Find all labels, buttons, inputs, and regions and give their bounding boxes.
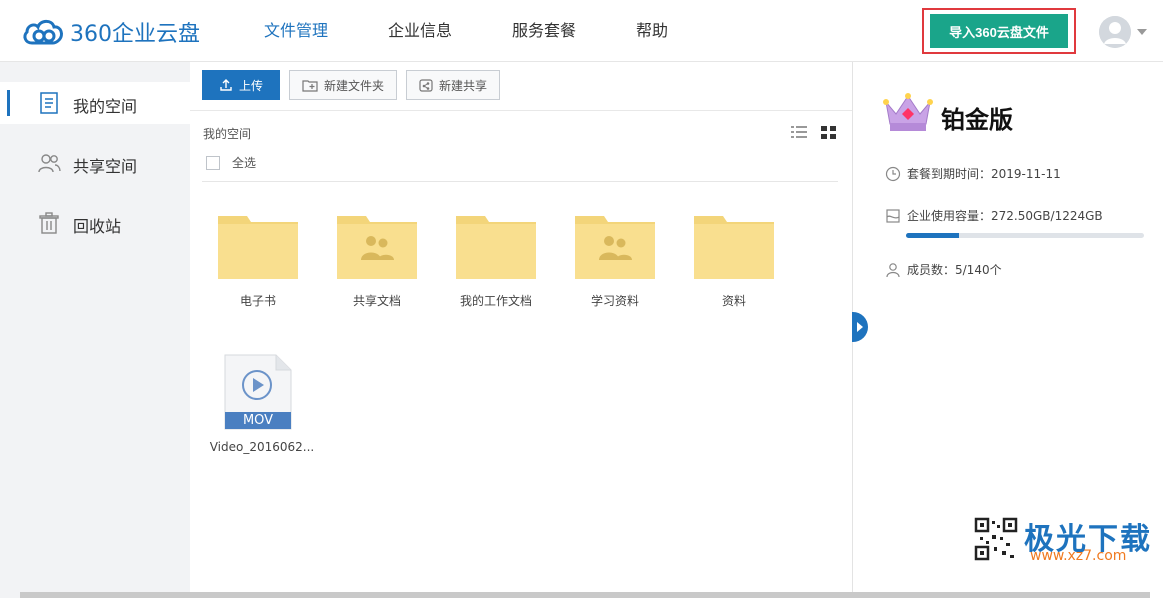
divider [202,181,838,182]
logo[interactable]: 360企业云盘 [22,16,200,48]
grid-view-icon[interactable] [821,126,836,139]
members-text: 成员数：5/140个 [907,263,1002,277]
new-folder-icon [302,80,318,92]
toolbar: 上传 新建文件夹 新建共享 [202,70,501,102]
shared-folder-icon [575,216,655,279]
chevron-right-icon [857,322,863,332]
folder-icon [694,216,774,279]
new-share-button[interactable]: 新建共享 [406,70,501,100]
sidebar-item-my-space[interactable]: 我的空间 [0,82,190,124]
trash-icon [39,212,59,234]
sidebar-item-recycle-bin[interactable]: 回收站 [0,202,190,244]
top-header: 360企业云盘 文件管理 企业信息 服务套餐 帮助 导入360云盘文件 [0,0,1163,62]
breadcrumb[interactable]: 我的空间 [203,125,251,142]
qr-code-watermark [974,517,1018,561]
file-name: 共享文档 [352,294,401,308]
nav-file-management[interactable]: 文件管理 [264,18,328,44]
user-avatar-icon [1099,16,1131,48]
chevron-down-icon[interactable] [1137,29,1147,35]
usage-progress-bar [906,233,1144,238]
usage-text: 企业使用容量：272.50GB/1224GB [907,209,1103,223]
sidebar-item-label: 回收站 [73,217,122,236]
document-icon [40,92,58,114]
crown-icon [883,93,933,131]
logo-text: 360企业云盘 [70,22,200,47]
file-name: 资料 [721,294,746,308]
file-item-shared-folder[interactable]: 学习资料 [560,208,670,318]
folder-icon [218,216,298,279]
main-content: 上传 新建文件夹 新建共享 我的空间 全选 电子书 共享文档 我的工作文档 学习… [190,62,852,598]
main-nav: 文件管理 企业信息 服务套餐 帮助 [264,18,728,44]
avatar[interactable] [1099,16,1131,48]
select-all-label: 全选 [232,156,257,170]
members-row: 成员数：5/140个 [885,261,1002,278]
upload-button[interactable]: 上传 [202,70,280,100]
file-name: 电子书 [239,294,276,308]
file-item-folder[interactable]: 我的工作文档 [441,208,551,318]
watermark-url: www.xz7.com [1030,548,1127,564]
file-name: Video_2016062... [209,440,315,454]
file-item-shared-folder[interactable]: 共享文档 [322,208,432,318]
new-folder-label: 新建文件夹 [324,78,385,93]
select-all-checkbox[interactable] [206,155,220,170]
expire-row: 套餐到期时间：2019-11-11 [885,165,1061,182]
horizontal-scrollbar[interactable] [20,592,1150,598]
sidebar-item-shared-space[interactable]: 共享空间 [0,142,190,184]
file-item-folder[interactable]: 资料 [679,208,789,318]
nav-enterprise-info[interactable]: 企业信息 [388,18,452,44]
sidebar-item-label: 共享空间 [73,157,138,176]
folder-icon [456,216,536,279]
storage-icon [886,208,900,223]
file-item-video[interactable]: MOV Video_2016062... [207,352,317,472]
import-360-files-button[interactable]: 导入360云盘文件 [930,14,1068,48]
clock-icon [885,166,901,181]
usage-row: 企业使用容量：272.50GB/1224GB [885,207,1103,224]
file-name: 我的工作文档 [459,294,532,308]
new-share-label: 新建共享 [439,78,488,93]
list-view-icon[interactable] [791,126,807,138]
file-item-folder[interactable]: 电子书 [203,208,313,318]
cloud-logo-icon [23,19,63,45]
select-all[interactable]: 全选 [206,154,256,171]
sidebar: 我的空间 共享空间 回收站 [0,62,190,598]
nav-help[interactable]: 帮助 [636,18,668,44]
divider [190,110,852,111]
shared-folder-icon [337,216,417,279]
share-icon [419,79,433,92]
file-name: 学习资料 [590,294,639,308]
plan-name: 铂金版 [941,106,1013,134]
expire-text: 套餐到期时间：2019-11-11 [907,167,1061,181]
upload-label: 上传 [238,78,263,93]
upload-icon [220,79,232,91]
sidebar-item-label: 我的空间 [73,97,138,116]
nav-service-plans[interactable]: 服务套餐 [512,18,576,44]
users-icon [38,154,61,173]
user-icon [886,262,900,277]
import-highlight-box: 导入360云盘文件 [922,8,1076,54]
new-folder-button[interactable]: 新建文件夹 [289,70,398,100]
file-extension-label: MOV [242,413,274,428]
usage-progress-fill [906,233,959,238]
